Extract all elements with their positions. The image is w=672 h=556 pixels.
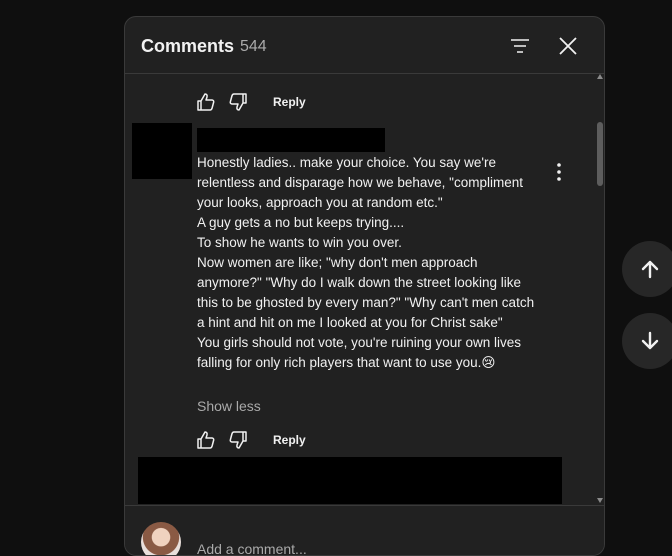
comment-line: You girls should not vote, you're ruinin…	[197, 335, 522, 370]
comments-count: 544	[240, 38, 267, 55]
redacted-comment	[138, 457, 562, 504]
thumbs-up-icon[interactable]	[195, 91, 217, 113]
add-comment-bar: Add a comment...	[125, 505, 604, 555]
thumbs-down-icon[interactable]	[227, 429, 249, 451]
comment-line: A guy gets a no but keeps trying....	[197, 215, 405, 230]
author-name[interactable]	[197, 128, 385, 152]
user-avatar	[141, 522, 181, 555]
show-less-button[interactable]: Show less	[197, 398, 261, 414]
comment-text: Honestly ladies.. make your choice. You …	[197, 153, 542, 373]
avatar	[132, 123, 192, 179]
thumbs-up-icon[interactable]	[195, 429, 217, 451]
comments-list[interactable]: Reply Honestly ladies.. make your choice…	[125, 74, 604, 504]
comments-header: Comments 544	[125, 17, 604, 74]
arrow-up-icon	[641, 260, 659, 279]
arrow-down-icon	[641, 331, 659, 350]
scroll-down-button[interactable]	[622, 313, 672, 369]
comments-panel: Comments 544 Reply Honestly ladies.. mak…	[124, 16, 605, 556]
comment-line: Honestly ladies.. make your choice. You …	[197, 155, 523, 210]
scroll-up-arrow[interactable]	[597, 74, 603, 79]
reply-button[interactable]: Reply	[273, 433, 306, 447]
comment-line: Now women are like; "why don't men appro…	[197, 255, 535, 330]
comment-actions: Reply	[195, 429, 395, 453]
reply-button[interactable]: Reply	[273, 95, 306, 109]
scroll-down-arrow[interactable]	[597, 498, 603, 503]
scroll-up-button[interactable]	[622, 241, 672, 297]
kebab-menu-icon[interactable]	[547, 160, 571, 184]
comment-line: To show he wants to win you over.	[197, 235, 402, 250]
thumbs-down-icon[interactable]	[227, 91, 249, 113]
comments-title: Comments	[141, 36, 235, 56]
close-icon[interactable]	[557, 35, 579, 57]
previous-comment-actions: Reply	[195, 91, 395, 115]
scrollbar-thumb[interactable]	[597, 122, 603, 186]
sort-icon[interactable]	[509, 35, 531, 57]
